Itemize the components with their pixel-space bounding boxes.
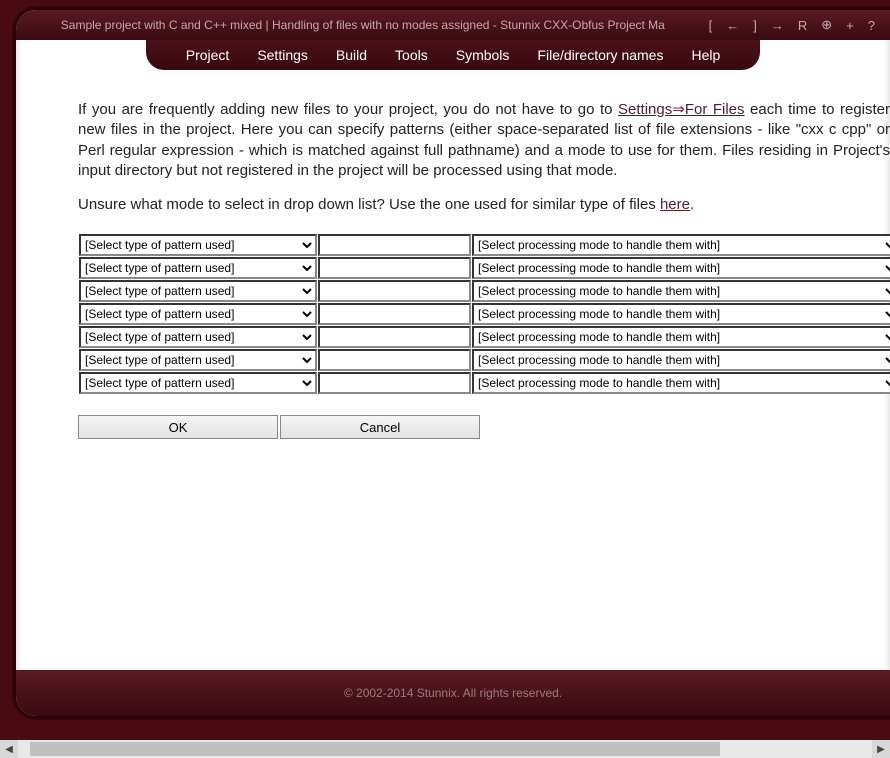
- rule-row: [Select type of pattern used] [Select pro…: [79, 280, 890, 302]
- settings-for-files-link[interactable]: Settings⇒For Files: [618, 101, 744, 118]
- processing-mode-select[interactable]: [Select processing mode to handle them w…: [472, 372, 890, 394]
- menu-bar: Project Settings Build Tools Symbols Fil…: [146, 40, 760, 70]
- ok-button[interactable]: OK: [78, 415, 278, 439]
- horizontal-scrollbar[interactable]: ◀ ▶: [0, 740, 890, 758]
- intro-text-a: If you are frequently adding new files t…: [78, 101, 618, 118]
- bracket-open-icon[interactable]: [: [706, 18, 716, 33]
- here-link[interactable]: here: [660, 196, 690, 213]
- pattern-input[interactable]: [318, 234, 471, 256]
- intro-paragraph: If you are frequently adding new files t…: [78, 100, 890, 181]
- scroll-thumb[interactable]: [30, 742, 720, 756]
- processing-mode-select[interactable]: [Select processing mode to handle them w…: [472, 326, 890, 348]
- forward-icon[interactable]: →: [768, 18, 787, 33]
- processing-mode-select[interactable]: [Select processing mode to handle them w…: [472, 234, 890, 256]
- scroll-track[interactable]: [18, 740, 872, 758]
- pattern-input[interactable]: [318, 257, 471, 279]
- rule-row: [Select type of pattern used] [Select pro…: [79, 349, 890, 371]
- menu-tools[interactable]: Tools: [381, 41, 442, 69]
- window-title: Sample project with C and C++ mixed | Ha…: [28, 18, 698, 32]
- title-bar: Sample project with C and C++ mixed | Ha…: [16, 10, 890, 40]
- scroll-right-icon[interactable]: ▶: [872, 740, 890, 758]
- reload-icon[interactable]: R: [795, 18, 810, 33]
- content-area: If you are frequently adding new files t…: [16, 70, 890, 459]
- processing-mode-select[interactable]: [Select processing mode to handle them w…: [472, 257, 890, 279]
- menu-filenames[interactable]: File/directory names: [523, 41, 677, 69]
- cancel-button[interactable]: Cancel: [280, 415, 480, 439]
- bracket-close-icon[interactable]: ]: [750, 18, 760, 33]
- pattern-type-select[interactable]: [Select type of pattern used]: [79, 372, 317, 394]
- plus-icon[interactable]: +: [843, 18, 857, 33]
- help-icon[interactable]: ?: [865, 18, 878, 33]
- pattern-input[interactable]: [318, 349, 471, 371]
- back-icon[interactable]: ←: [723, 18, 742, 33]
- pattern-input[interactable]: [318, 303, 471, 325]
- rule-row: [Select type of pattern used] [Select pro…: [79, 234, 890, 256]
- pattern-type-select[interactable]: [Select type of pattern used]: [79, 280, 317, 302]
- copyright: © 2002-2014 Stunnix. All rights reserved…: [344, 686, 562, 700]
- footer: © 2002-2014 Stunnix. All rights reserved…: [16, 670, 890, 716]
- menu-symbols[interactable]: Symbols: [442, 41, 524, 69]
- pattern-type-select[interactable]: [Select type of pattern used]: [79, 257, 317, 279]
- app-window: Sample project with C and C++ mixed | Ha…: [14, 8, 890, 718]
- pattern-type-select[interactable]: [Select type of pattern used]: [79, 234, 317, 256]
- processing-mode-select[interactable]: [Select processing mode to handle them w…: [472, 349, 890, 371]
- pattern-type-select[interactable]: [Select type of pattern used]: [79, 349, 317, 371]
- pattern-input[interactable]: [318, 280, 471, 302]
- hint-text-b: .: [690, 196, 694, 213]
- pattern-input[interactable]: [318, 372, 471, 394]
- rule-row: [Select type of pattern used] [Select pro…: [79, 326, 890, 348]
- pattern-type-select[interactable]: [Select type of pattern used]: [79, 326, 317, 348]
- menu-build[interactable]: Build: [322, 41, 381, 69]
- button-row: OK Cancel: [78, 415, 890, 439]
- rule-row: [Select type of pattern used] [Select pro…: [79, 257, 890, 279]
- menu-project[interactable]: Project: [172, 41, 244, 69]
- menu-settings[interactable]: Settings: [243, 41, 322, 69]
- rules-table: [Select type of pattern used] [Select pro…: [78, 233, 890, 395]
- rule-row: [Select type of pattern used] [Select pro…: [79, 303, 890, 325]
- menu-help[interactable]: Help: [677, 41, 734, 69]
- hint-text-a: Unsure what mode to select in drop down …: [78, 196, 660, 213]
- add-circle-icon[interactable]: ⊕: [818, 17, 835, 33]
- pattern-input[interactable]: [318, 326, 471, 348]
- hint-paragraph: Unsure what mode to select in drop down …: [78, 195, 890, 215]
- scroll-left-icon[interactable]: ◀: [0, 740, 18, 758]
- processing-mode-select[interactable]: [Select processing mode to handle them w…: [472, 280, 890, 302]
- pattern-type-select[interactable]: [Select type of pattern used]: [79, 303, 317, 325]
- rule-row: [Select type of pattern used] [Select pro…: [79, 372, 890, 394]
- processing-mode-select[interactable]: [Select processing mode to handle them w…: [472, 303, 890, 325]
